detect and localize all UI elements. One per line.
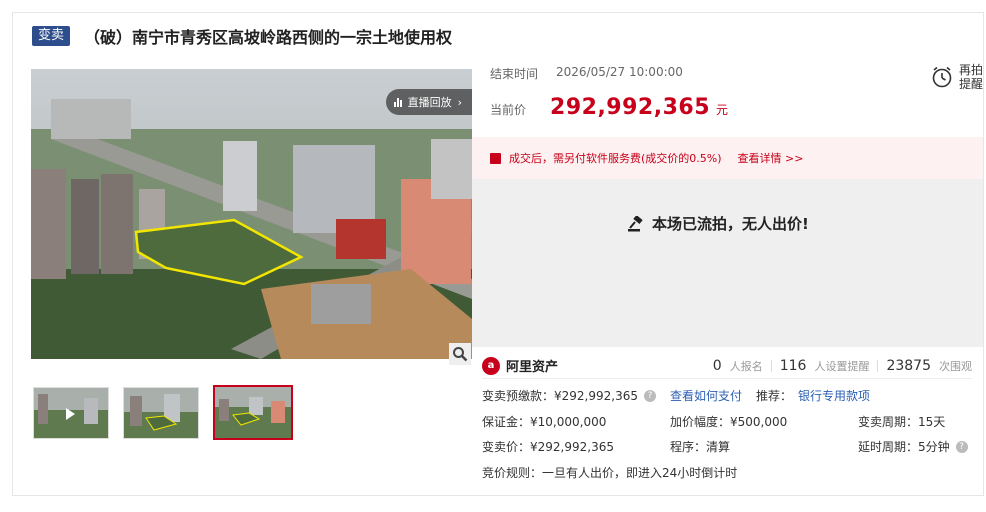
bidding-rule-row: 竞价规则： 一旦有人出价，即进入24小时倒计时 — [482, 464, 737, 481]
security-deposit-label: 保证金： — [482, 415, 531, 429]
delay-period-value: 5分钟 — [918, 440, 950, 454]
current-price-row: 当前价 292,992,365 元 — [490, 95, 728, 120]
re-auction-reminder[interactable]: 再拍提醒 — [931, 63, 985, 91]
reminders-label: 人设置提醒 — [814, 359, 870, 373]
recommend-label: 推荐： — [756, 389, 793, 403]
procedure-value: 清算 — [706, 440, 731, 454]
bank-payment-link[interactable]: 银行专用款项 — [798, 387, 870, 404]
sale-price-label: 变卖价： — [482, 440, 531, 454]
bidding-rule-value: 一旦有人出价，即进入24小时倒计时 — [542, 466, 738, 480]
end-time-label: 结束时间 — [490, 67, 539, 81]
play-icon — [66, 408, 75, 420]
main-photo[interactable]: 直播回放 › — [31, 69, 472, 359]
ali-assets-logo-icon: a — [482, 356, 500, 375]
auction-status-text: 本场已流拍，无人出价! — [652, 215, 809, 233]
live-replay-label: 直播回放 — [407, 96, 452, 109]
page-title: （破）南宁市青秀区高坡岭路西侧的一宗土地使用权 — [84, 28, 453, 47]
auction-status-box: 本场已流拍，无人出价! — [472, 179, 983, 347]
thumbnail-image — [215, 387, 291, 438]
bidding-rule-label: 竞价规则： — [482, 466, 543, 480]
views-count: 23875 — [886, 357, 931, 374]
help-icon[interactable]: ? — [644, 389, 656, 402]
view-details-link[interactable]: 查看详情 >> — [738, 150, 804, 166]
pre-deposit-value: ¥292,992,365 — [554, 388, 638, 403]
divider — [877, 359, 879, 372]
increment-row: 加价幅度： ¥500,000 — [670, 413, 787, 430]
reminder-label: 再拍提醒 — [959, 63, 984, 91]
zoom-button[interactable] — [449, 343, 471, 365]
gift-icon — [490, 152, 501, 164]
title-row: 变卖 （破）南宁市青秀区高坡岭路西侧的一宗土地使用权 — [32, 25, 452, 47]
price-unit: 元 — [716, 103, 729, 117]
auction-status: 本场已流拍，无人出价! — [628, 213, 809, 234]
divider — [770, 359, 772, 372]
pre-deposit-label: 变卖预缴款： — [482, 389, 555, 403]
sale-type-tag: 变卖 — [32, 26, 71, 46]
current-price-label: 当前价 — [490, 103, 527, 117]
thumbnail-strip — [33, 385, 293, 440]
thumbnail-image — [124, 388, 198, 438]
delay-period-label: 延时周期： — [858, 440, 919, 454]
reminders-count: 116 — [779, 357, 807, 374]
sale-price-value: ¥292,992,365 — [530, 439, 614, 454]
sale-period-label: 变卖周期： — [858, 415, 919, 429]
procedure-label: 程序： — [670, 440, 707, 454]
magnifier-icon — [453, 347, 468, 362]
auction-card: 变卖 （破）南宁市青秀区高坡岭路西侧的一宗土地使用权 直播回放 › 结束时间 2… — [12, 12, 984, 496]
sale-period-row: 变卖周期： 15天 — [858, 413, 945, 430]
chevron-right-icon: › — [457, 95, 462, 109]
platform-row: a 阿里资产 0 人报名 116 人设置提醒 23875 次围观 — [482, 353, 972, 379]
security-deposit-value: ¥10,000,000 — [530, 414, 607, 429]
service-fee-notice: 成交后，需另付软件服务费(成交价的0.5%) 查看详情 >> — [472, 137, 983, 179]
end-time-row: 结束时间 2026/05/27 10:00:00 — [490, 65, 683, 82]
increment-label: 加价幅度： — [670, 415, 731, 429]
thumbnail-video[interactable] — [33, 387, 109, 439]
security-deposit-row: 保证金： ¥10,000,000 — [482, 413, 606, 430]
help-icon[interactable]: ? — [955, 440, 968, 453]
platform-name: 阿里资产 — [506, 360, 559, 375]
increment-value: ¥500,000 — [730, 414, 788, 429]
current-price-value: 292,992,365 — [550, 95, 710, 120]
how-to-pay-link[interactable]: 查看如何支付 — [670, 387, 742, 404]
service-fee-text: 成交后，需另付软件服务费(成交价的0.5%) — [509, 152, 722, 165]
signups-label: 人报名 — [729, 359, 763, 373]
signups-count: 0 — [712, 357, 722, 374]
live-replay-button[interactable]: 直播回放 › — [385, 89, 472, 115]
alarm-clock-icon — [932, 66, 952, 88]
procedure-row: 程序： 清算 — [670, 438, 730, 455]
thumbnail-2[interactable] — [123, 387, 199, 439]
delay-period-row: 延时周期： 5分钟 ? — [858, 438, 968, 455]
bar-chart-icon — [393, 97, 402, 107]
sale-period-value: 15天 — [918, 415, 946, 429]
pre-deposit-row: 变卖预缴款： ¥292,992,365 ? 查看如何支付 推荐： 银行专用款项 — [482, 387, 870, 404]
thumbnail-3-active[interactable] — [213, 385, 293, 440]
sale-price-row: 变卖价： ¥292,992,365 — [482, 438, 614, 455]
views-label: 次围观 — [939, 359, 972, 373]
auction-stats: 0 人报名 116 人设置提醒 23875 次围观 — [713, 358, 972, 374]
gavel-icon — [628, 215, 643, 231]
end-time-value: 2026/05/27 10:00:00 — [556, 65, 683, 79]
